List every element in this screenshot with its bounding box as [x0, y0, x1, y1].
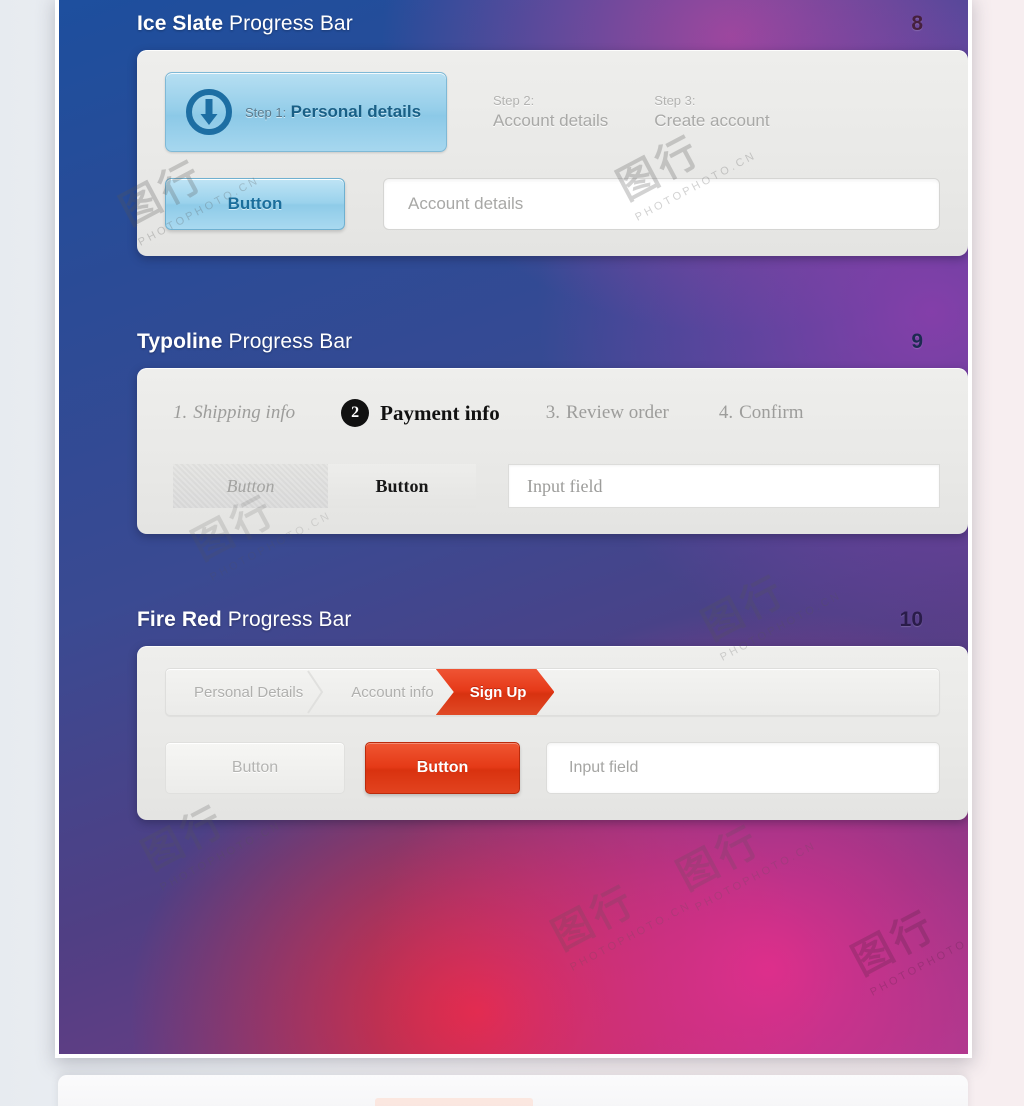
- step-create-account[interactable]: Step 3: Create account: [608, 72, 769, 152]
- step-3-index: 3.: [545, 402, 560, 423]
- progress-bar-fire-red: Personal Details Account info Sign Up: [165, 668, 940, 716]
- step-2-label: Account details: [493, 111, 609, 130]
- step-3-label: Sign Up: [469, 683, 527, 701]
- card-ice-slate: Step 1: Personal details Step 2: Account…: [137, 50, 968, 256]
- step-1-label: Shipping info: [193, 402, 296, 423]
- step-review-order[interactable]: 3. Review order: [546, 402, 669, 424]
- progress-bar-typoline: 1. Shipping info 2 Payment info 3. Revie…: [165, 390, 940, 436]
- next-panel-accent: [375, 1098, 533, 1106]
- step-1-label: Personal Details: [194, 683, 304, 701]
- step-1-label: Personal details: [290, 102, 422, 121]
- step-personal-details[interactable]: Personal Details: [166, 669, 324, 715]
- step-2-badge: 2: [341, 399, 370, 427]
- step-account-info[interactable]: Account info: [323, 669, 454, 715]
- section-title-strong: Typoline: [137, 330, 223, 353]
- step-payment-info[interactable]: 2 Payment info: [341, 399, 500, 427]
- section-title-light: Progress Bar: [221, 608, 352, 631]
- step-confirm[interactable]: 4. Confirm: [719, 402, 804, 424]
- fire-red-input[interactable]: Input field: [546, 742, 940, 794]
- step-1-index: 1.: [173, 402, 188, 423]
- typoline-button[interactable]: Button: [328, 464, 476, 508]
- section-title-light: Progress Bar: [223, 12, 353, 35]
- controls-row-typoline: Button Button Input field: [165, 464, 940, 508]
- step-4-index: 4.: [718, 402, 734, 423]
- controls-row-ice-slate: Button Account details: [165, 178, 940, 230]
- section-title-ice-slate: Ice Slate Progress Bar: [137, 12, 353, 36]
- section-number-typoline: 9: [911, 330, 923, 353]
- section-header-typoline: Typoline Progress Bar 9: [102, 330, 925, 354]
- showcase-content: Ice Slate Progress Bar 8 Step 1: Persona…: [59, 0, 968, 820]
- step-3-label: Review order: [565, 402, 669, 423]
- typoline-input[interactable]: Input field: [508, 464, 940, 508]
- section-title-strong: Ice Slate: [137, 12, 224, 35]
- fire-red-button[interactable]: Button: [365, 742, 520, 794]
- card-fire-red: Personal Details Account info Sign Up Bu…: [137, 646, 968, 820]
- section-number-ice-slate: 8: [911, 12, 923, 35]
- step-account-details[interactable]: Step 2: Account details: [447, 72, 608, 152]
- section-title-fire-red: Fire Red Progress Bar: [137, 608, 352, 632]
- step-3-label: Create account: [654, 111, 770, 130]
- section-title-typoline: Typoline Progress Bar: [137, 330, 352, 354]
- chevron-separator-icon: [306, 669, 324, 715]
- controls-row-fire-red: Button Button Input field: [165, 742, 940, 794]
- typoline-button-disabled: Button: [173, 464, 328, 508]
- showcase-panel: Ice Slate Progress Bar 8 Step 1: Persona…: [55, 0, 972, 1058]
- section-title-strong: Fire Red: [137, 608, 222, 631]
- section-number-fire-red: 10: [899, 608, 923, 631]
- fire-red-button-disabled: Button: [165, 742, 345, 794]
- ice-slate-button[interactable]: Button: [165, 178, 345, 230]
- step-shipping-info[interactable]: 1. Shipping info: [173, 402, 295, 424]
- step-2-eyebrow: Step 2:: [493, 93, 535, 108]
- card-typoline: 1. Shipping info 2 Payment info 3. Revie…: [137, 368, 968, 534]
- step-4-label: Confirm: [739, 402, 804, 423]
- step-text-personal-details: Step 1: Personal details: [245, 102, 421, 122]
- step-2-label: Account info: [351, 683, 434, 701]
- section-header-fire-red: Fire Red Progress Bar 10: [102, 608, 925, 632]
- section-header-ice-slate: Ice Slate Progress Bar 8: [102, 12, 925, 36]
- circle-down-arrow-icon: [182, 85, 236, 139]
- progress-bar-ice-slate: Step 1: Personal details Step 2: Account…: [165, 72, 940, 152]
- step-personal-details[interactable]: Step 1: Personal details: [165, 72, 447, 152]
- step-3-eyebrow: Step 3:: [654, 93, 696, 108]
- section-title-light: Progress Bar: [222, 330, 353, 353]
- ice-slate-input[interactable]: Account details: [383, 178, 940, 230]
- step-1-eyebrow: Step 1:: [245, 105, 287, 120]
- step-2-label: Payment info: [380, 400, 500, 425]
